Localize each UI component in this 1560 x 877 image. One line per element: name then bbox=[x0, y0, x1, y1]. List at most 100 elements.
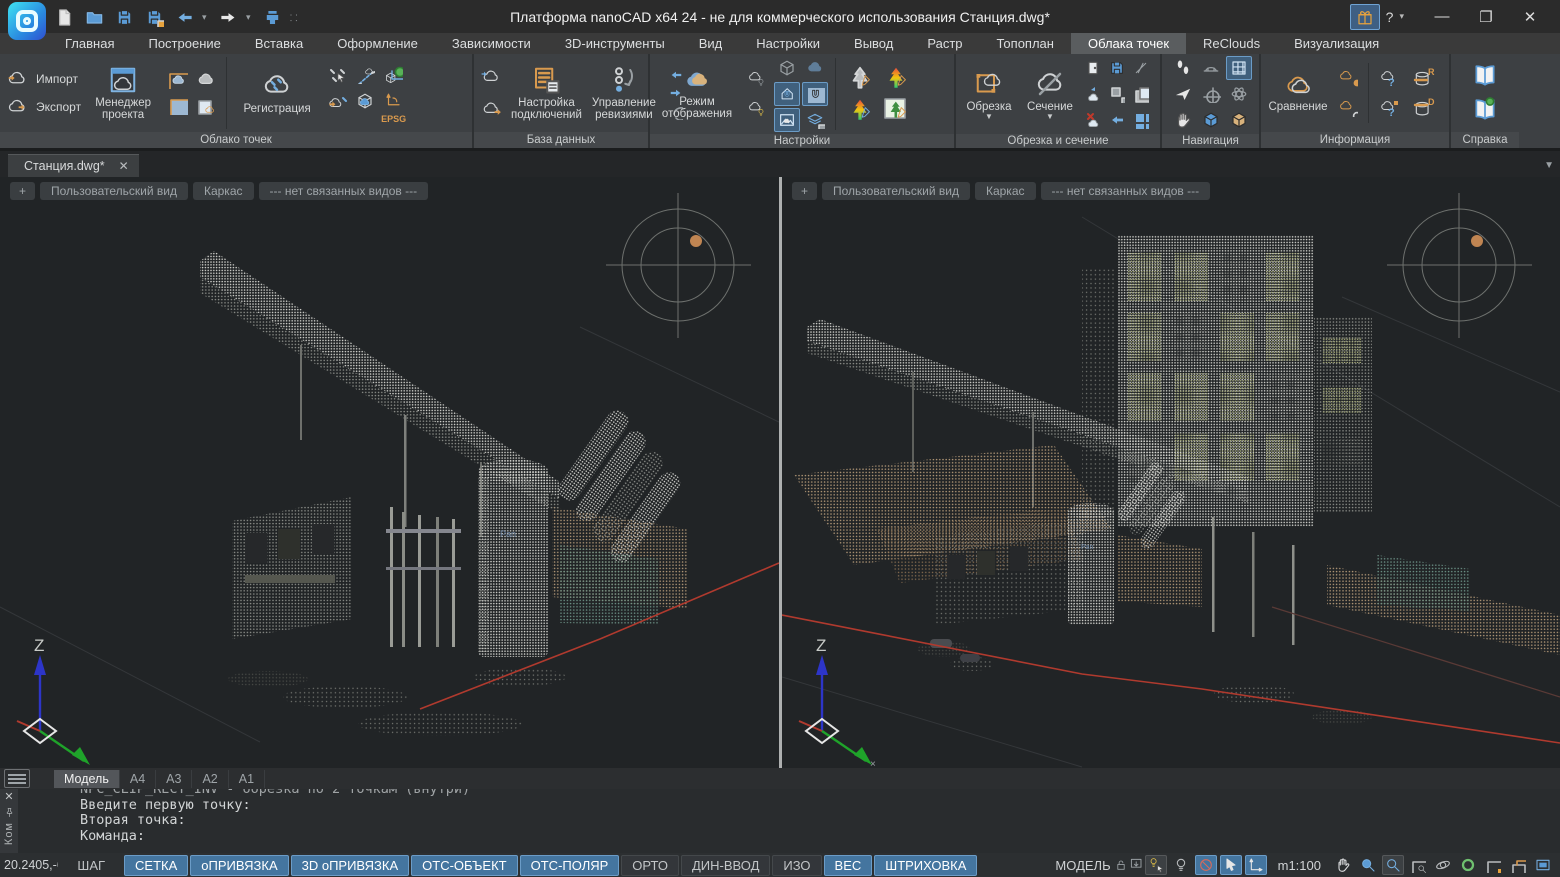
clip-door-icon-button[interactable] bbox=[1082, 56, 1104, 80]
ribbon-tab-10[interactable]: Топоплан bbox=[980, 33, 1071, 54]
cursor-mode-icon[interactable] bbox=[1220, 855, 1242, 875]
qat-customize-icon[interactable]: ⸬ bbox=[290, 11, 298, 24]
status-toggle-9[interactable]: ВЕС bbox=[824, 855, 873, 876]
fullscreen-icon[interactable] bbox=[1532, 855, 1554, 875]
fly-icon-button[interactable] bbox=[1170, 82, 1196, 106]
cloud-info-icon-button[interactable]: ? bbox=[1376, 66, 1402, 90]
cloud-point-top-icon-button[interactable] bbox=[1335, 66, 1361, 90]
bounding-box-icon-button[interactable] bbox=[774, 56, 800, 80]
cloud-export-db-icon-button[interactable] bbox=[478, 97, 504, 121]
epsg-button[interactable] bbox=[380, 89, 406, 113]
lamp-icon[interactable] bbox=[1170, 855, 1192, 875]
ribbon-collapse-arrow-icon[interactable]: ▼ bbox=[1544, 160, 1554, 171]
db-r-icon-button[interactable]: R bbox=[1406, 66, 1440, 90]
whats-new-button[interactable] bbox=[1350, 4, 1380, 30]
new-file-button[interactable] bbox=[52, 5, 76, 29]
clip-slash-icon-button[interactable] bbox=[1130, 56, 1152, 80]
cube-geo-icon-button[interactable] bbox=[380, 63, 406, 87]
viewport-view-button[interactable]: Пользовательский вид bbox=[40, 182, 188, 200]
clip-delete-icon-button[interactable] bbox=[1082, 108, 1104, 132]
document-tab[interactable]: Станция.dwg* ✕ bbox=[8, 154, 139, 177]
undo-button[interactable] bbox=[172, 5, 196, 29]
constraint-orbit-icon-button[interactable] bbox=[1226, 82, 1252, 106]
zoom-icon[interactable] bbox=[1357, 855, 1379, 875]
command-prompt[interactable]: Команда: bbox=[80, 829, 1560, 845]
document-tab-close-icon[interactable]: ✕ bbox=[119, 159, 129, 173]
status-toggle-5[interactable]: ОТС-ПОЛЯР bbox=[520, 855, 620, 876]
layers-icon-button[interactable] bbox=[802, 108, 828, 132]
close-button[interactable]: ✕ bbox=[1510, 2, 1550, 32]
scale-indicator[interactable]: m1:100 bbox=[1278, 858, 1321, 873]
ribbon-tab-11[interactable]: Облака точек bbox=[1071, 33, 1186, 54]
status-toggle-8[interactable]: ИЗО bbox=[772, 855, 821, 876]
undo-dropdown-icon[interactable]: ▾ bbox=[202, 12, 210, 23]
sheet-cloud-icon-button[interactable] bbox=[193, 94, 219, 118]
viewport-style-button[interactable]: Каркас bbox=[975, 182, 1036, 200]
status-toggle-10[interactable]: ШТРИХОВКА bbox=[874, 855, 977, 876]
viewport-add-button[interactable]: + bbox=[792, 182, 817, 200]
cloud-dim-icon-button[interactable] bbox=[802, 56, 828, 80]
dynamic-ucs-icon[interactable] bbox=[1245, 855, 1267, 875]
ribbon-tab-2[interactable]: Вставка bbox=[238, 33, 320, 54]
viewport-style-button[interactable]: Каркас bbox=[193, 182, 254, 200]
import-button[interactable]: Импорт bbox=[4, 69, 81, 89]
crop-dropdown-icon[interactable]: ▼ bbox=[985, 113, 993, 120]
zoom-extents-icon[interactable] bbox=[1407, 855, 1429, 875]
paint-elevation-icon-button[interactable] bbox=[879, 63, 913, 93]
layout-tab-a3[interactable]: A3 bbox=[156, 770, 192, 788]
regen-icon[interactable] bbox=[1457, 855, 1479, 875]
ribbon-tab-12[interactable]: ReClouds bbox=[1186, 33, 1277, 54]
ribbon-tab-9[interactable]: Растр bbox=[910, 33, 979, 54]
clip-restore-icon-button[interactable] bbox=[1106, 108, 1128, 132]
minimize-button[interactable]: — bbox=[1422, 2, 1462, 32]
display-mode-button[interactable]: Режим отображения bbox=[654, 56, 740, 132]
viewport-linked-views-button[interactable]: --- нет связанных видов --- bbox=[1041, 182, 1211, 200]
ribbon-tab-8[interactable]: Вывод bbox=[837, 33, 910, 54]
viewport-right[interactable]: Pan bbox=[782, 177, 1560, 768]
clip-add-icon-button[interactable] bbox=[1082, 82, 1104, 106]
app-logo-icon[interactable] bbox=[8, 2, 46, 40]
help-online-icon-button[interactable] bbox=[1466, 95, 1504, 125]
ribbon-tab-3[interactable]: Оформление bbox=[320, 33, 435, 54]
command-history[interactable]: NPC_CLIP_RECT_INV - обрезка по 2 точкам … bbox=[18, 789, 1560, 853]
paint-intensity-icon-button[interactable] bbox=[843, 95, 877, 125]
compare-button[interactable]: Сравнение bbox=[1265, 56, 1331, 130]
help-dropdown-icon[interactable]: ▾ bbox=[1399, 11, 1404, 22]
layout-tab-a2[interactable]: A2 bbox=[192, 770, 228, 788]
status-toggle-1[interactable]: СЕТКА bbox=[124, 855, 188, 876]
viewport-linked-views-button[interactable]: --- нет связанных видов --- bbox=[259, 182, 429, 200]
status-toggle-6[interactable]: ОРТО bbox=[621, 855, 679, 876]
ribbon-tab-4[interactable]: Зависимости bbox=[435, 33, 548, 54]
section-button[interactable]: Сечение ▼ bbox=[1022, 56, 1078, 132]
connection-settings-button[interactable]: Настройка подключений bbox=[508, 56, 585, 130]
navigation-compass[interactable] bbox=[606, 193, 751, 338]
arrange-windows-icon[interactable] bbox=[1507, 855, 1529, 875]
paint-rgb-icon-button[interactable] bbox=[879, 95, 913, 125]
cloud-point-info-icon-button[interactable]: ? bbox=[1376, 96, 1402, 120]
print-button[interactable] bbox=[260, 5, 284, 29]
clip-window-icon-button[interactable] bbox=[1130, 108, 1152, 132]
cloud-box-icon-button[interactable] bbox=[165, 94, 191, 118]
box-view-icon-button[interactable] bbox=[1198, 108, 1224, 132]
restore-button[interactable]: ❐ bbox=[1466, 2, 1506, 32]
registration-button[interactable]: Регистрация bbox=[234, 56, 320, 130]
open-file-button[interactable] bbox=[82, 5, 106, 29]
snap-house-icon-button[interactable] bbox=[774, 82, 800, 106]
crop-button[interactable]: Обрезка ▼ bbox=[960, 56, 1018, 132]
save-view-icon[interactable] bbox=[1482, 855, 1504, 875]
cloud-import-db-icon-button[interactable] bbox=[478, 65, 504, 89]
section-dropdown-icon[interactable]: ▼ bbox=[1046, 113, 1054, 120]
walk-icon-button[interactable] bbox=[1170, 56, 1196, 80]
zoom-window-icon[interactable] bbox=[1382, 855, 1404, 875]
ribbon-tab-1[interactable]: Построение bbox=[131, 33, 237, 54]
pan-icon[interactable] bbox=[1332, 855, 1354, 875]
box-view2-icon-button[interactable] bbox=[1226, 108, 1252, 132]
cloud-transform-icon-button[interactable] bbox=[324, 89, 350, 113]
navigation-compass[interactable] bbox=[1387, 193, 1532, 338]
layout-tab-a1[interactable]: A1 bbox=[229, 770, 265, 788]
layout-tab-a4[interactable]: A4 bbox=[120, 770, 156, 788]
status-toggle-2[interactable]: оПРИВЯЗКА bbox=[190, 855, 288, 876]
orbit-icon-button[interactable] bbox=[1198, 82, 1224, 106]
cloud-point-bottom-icon-button[interactable] bbox=[1335, 96, 1361, 120]
export-state-icon[interactable] bbox=[1129, 855, 1145, 875]
